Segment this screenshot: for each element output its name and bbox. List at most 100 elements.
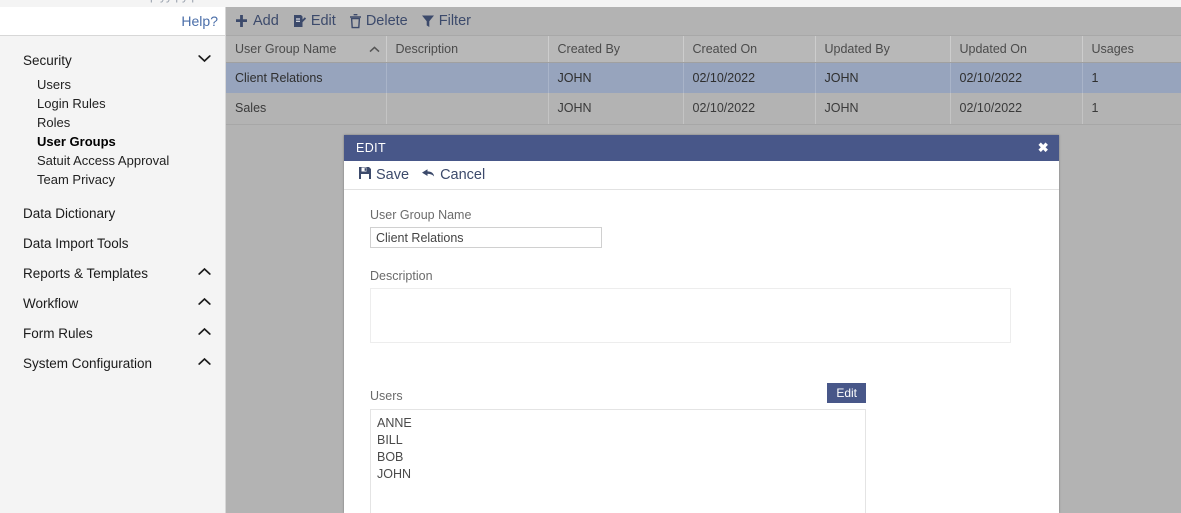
chevron-up-icon bbox=[198, 267, 211, 280]
sidebar-item-users[interactable]: Users bbox=[0, 75, 225, 94]
table-body: Client Relations JOHN 02/10/2022 JOHN 02/10/… bbox=[226, 62, 1181, 125]
cancel-button[interactable]: Cancel bbox=[421, 166, 497, 184]
sidebar-item-roles[interactable]: Roles bbox=[0, 113, 225, 132]
chevron-down-icon bbox=[198, 54, 211, 67]
column-header-updated-by[interactable]: Updated By bbox=[815, 36, 951, 63]
user-list-item[interactable]: BILL bbox=[375, 432, 865, 449]
column-header-label: Updated On bbox=[959, 41, 1027, 56]
sidebar-group-workflow[interactable]: Workflow bbox=[0, 288, 225, 318]
column-header-created-on[interactable]: Created On bbox=[683, 36, 816, 63]
sidebar-group-label: Reports & Templates bbox=[23, 265, 149, 281]
user-list-item[interactable]: ANNE bbox=[375, 415, 865, 432]
user-list-item[interactable]: JOHN bbox=[375, 466, 865, 483]
sidebar-group-reports-templates[interactable]: Reports & Templates bbox=[0, 258, 225, 288]
users-header: Users Edit bbox=[370, 383, 866, 403]
clipped-top-row-text: p yy py p bbox=[150, 0, 198, 3]
table-cell: 02/10/2022 bbox=[683, 62, 816, 93]
sidebar-group-data-import-tools[interactable]: Data Import Tools bbox=[0, 228, 225, 258]
add-button[interactable]: Add bbox=[230, 9, 288, 33]
table-cell: 02/10/2022 bbox=[683, 93, 816, 125]
sidebar-group-label: Workflow bbox=[23, 295, 79, 311]
table-row[interactable]: Sales JOHN 02/10/2022 JOHN 02/10/2022 1 bbox=[226, 93, 1181, 125]
left-navigation-panel: Help? Security Users Login Rules Roles User … bbox=[0, 7, 226, 513]
table-cell: JOHN bbox=[815, 93, 951, 125]
floppy-save-icon bbox=[358, 166, 372, 184]
edit-button-label: Edit bbox=[310, 13, 336, 29]
column-header-label: Updated By bbox=[824, 41, 890, 56]
add-button-label: Add bbox=[253, 13, 279, 29]
help-link[interactable]: Help? bbox=[181, 13, 218, 29]
dialog-body: User Group Name Description Users Edit A… bbox=[344, 190, 1059, 513]
filter-button[interactable]: Filter bbox=[417, 9, 480, 33]
group-name-label: User Group Name bbox=[370, 208, 472, 222]
table-cell: Client Relations bbox=[226, 62, 387, 93]
delete-button-label: Delete bbox=[365, 13, 408, 29]
sidebar-group-label: Data Dictionary bbox=[23, 205, 116, 221]
chevron-up-icon bbox=[198, 327, 211, 340]
cancel-button-label: Cancel bbox=[440, 167, 486, 183]
table-cell bbox=[386, 62, 549, 93]
users-label: Users bbox=[370, 389, 403, 403]
sidebar-group-label: Form Rules bbox=[23, 325, 93, 341]
table-cell: 02/10/2022 bbox=[950, 93, 1083, 125]
plus-icon bbox=[234, 14, 249, 29]
edit-button[interactable]: Edit bbox=[288, 9, 345, 33]
grid-toolbar: Add Edit Delete Filter bbox=[226, 7, 1181, 36]
table-cell: JOHN bbox=[548, 62, 684, 93]
description-label: Description bbox=[370, 269, 433, 283]
app-root: p yy py p Help? SecurityUsersLogin Rules… bbox=[0, 0, 1181, 513]
save-button-label: Save bbox=[376, 167, 410, 183]
dialog-toolbar: Save Cancel bbox=[344, 161, 1059, 190]
sidebar-group-data-dictionary[interactable]: Data Dictionary bbox=[0, 198, 225, 228]
sidebar-group-label: System Configuration bbox=[23, 355, 153, 371]
column-header-label: Description bbox=[395, 41, 459, 56]
arrow-back-icon bbox=[421, 166, 436, 184]
close-icon[interactable]: ✖ bbox=[1038, 140, 1049, 156]
sidebar-group-system-configuration[interactable]: System Configuration bbox=[0, 348, 225, 378]
help-bar: Help? bbox=[0, 7, 225, 36]
sidebar-group-form-rules[interactable]: Form Rules bbox=[0, 318, 225, 348]
column-header-usages[interactable]: Usages bbox=[1082, 36, 1181, 63]
sidebar-item-satuit-access-approval[interactable]: Satuit Access Approval bbox=[0, 151, 225, 170]
sidebar-item-user-groups[interactable]: User Groups bbox=[0, 132, 225, 151]
table-cell: JOHN bbox=[815, 62, 951, 93]
table-cell: JOHN bbox=[548, 93, 684, 125]
sidebar-group-security[interactable]: Security bbox=[0, 45, 225, 75]
funnel-icon bbox=[421, 14, 435, 28]
table-cell: Sales bbox=[226, 93, 387, 125]
column-header-updated-on[interactable]: Updated On bbox=[950, 36, 1083, 63]
table-cell: 1 bbox=[1082, 93, 1181, 125]
user-groups-table: User Group Name Description Created By Crea… bbox=[226, 36, 1181, 125]
dialog-title-bar: EDIT ✖ bbox=[344, 135, 1059, 161]
table-cell: 02/10/2022 bbox=[950, 62, 1083, 93]
chevron-up-icon bbox=[198, 357, 211, 370]
sidebar-item-login-rules[interactable]: Login Rules bbox=[0, 94, 225, 113]
trash-icon bbox=[349, 13, 362, 29]
clipped-top-row: p yy py p bbox=[0, 0, 1181, 7]
description-textarea[interactable] bbox=[370, 288, 1011, 343]
column-header-user-group-name[interactable]: User Group Name bbox=[226, 36, 387, 63]
group-name-input[interactable] bbox=[370, 227, 602, 248]
user-list-item[interactable]: BOB bbox=[375, 449, 865, 466]
column-header-label: Usages bbox=[1091, 41, 1134, 56]
sort-ascending-icon bbox=[368, 42, 380, 56]
column-header-label: User Group Name bbox=[235, 41, 337, 56]
dialog-title: EDIT bbox=[356, 141, 387, 155]
users-edit-button[interactable]: Edit bbox=[827, 383, 866, 403]
table-row[interactable]: Client Relations JOHN 02/10/2022 JOHN 02/10/… bbox=[226, 62, 1181, 93]
pencil-page-icon bbox=[292, 14, 307, 29]
column-header-description[interactable]: Description bbox=[386, 36, 549, 63]
table-cell bbox=[386, 93, 549, 125]
save-button[interactable]: Save bbox=[358, 166, 421, 184]
table-header-row: User Group Name Description Created By Crea… bbox=[226, 36, 1181, 63]
delete-button[interactable]: Delete bbox=[345, 9, 417, 33]
filter-button-label: Filter bbox=[438, 13, 471, 29]
column-header-label: Created By bbox=[557, 41, 621, 56]
sidebar-group-label: Security bbox=[23, 52, 72, 68]
edit-dialog: EDIT ✖ Save Cancel User Group Name Descr… bbox=[344, 135, 1059, 513]
sidebar-item-team-privacy[interactable]: Team Privacy bbox=[0, 170, 225, 189]
chevron-up-icon bbox=[198, 297, 211, 310]
users-list[interactable]: ANNE BILL BOB JOHN bbox=[370, 409, 866, 513]
column-header-created-by[interactable]: Created By bbox=[548, 36, 684, 63]
sidebar-group-label: Data Import Tools bbox=[23, 235, 129, 251]
